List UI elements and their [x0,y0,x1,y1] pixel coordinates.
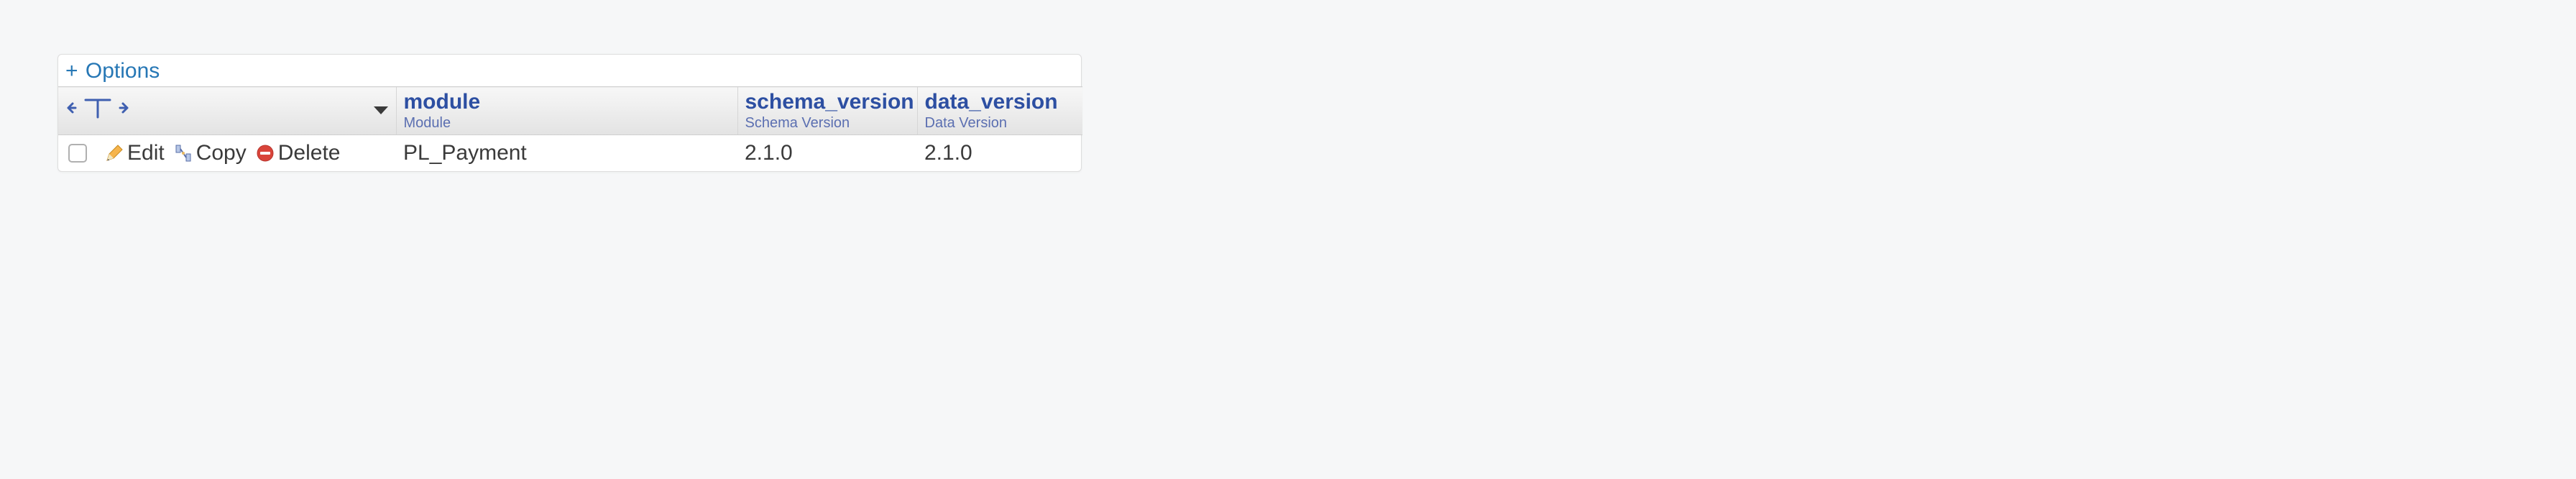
sort-caret-down-icon[interactable] [373,106,389,116]
header-data-title: data_version [925,90,1076,114]
table-row: Edit Copy [58,135,1082,172]
header-action-column[interactable] [58,87,396,135]
header-schema-sub: Schema Version [745,115,910,131]
header-data-sub: Data Version [925,115,1076,131]
options-toggle[interactable]: + Options [58,55,1081,86]
cell-data-version: 2.1.0 [917,135,1082,172]
copy-label: Copy [196,141,247,165]
edit-button[interactable]: Edit [104,141,165,165]
copy-button[interactable]: Copy [173,141,247,165]
header-data-version[interactable]: data_version Data Version [917,87,1082,135]
header-schema-version[interactable]: schema_version Schema Version [737,87,917,135]
delete-icon [255,143,275,163]
plus-icon: + [65,59,78,83]
edit-label: Edit [127,141,165,165]
column-resize-icon[interactable] [65,96,130,126]
header-module-sub: Module [404,115,730,131]
cell-schema-version: 2.1.0 [737,135,917,172]
options-label: Options [86,59,160,83]
pencil-icon [104,143,124,163]
results-panel: + Options [58,54,1082,172]
table-header-row: module Module schema_version Schema Vers… [58,87,1082,135]
data-table: module Module schema_version Schema Vers… [58,86,1082,171]
copy-icon [173,143,193,163]
row-checkbox[interactable] [68,144,87,163]
delete-label: Delete [278,141,341,165]
header-module-title: module [404,90,730,114]
header-schema-title: schema_version [745,90,910,114]
delete-button[interactable]: Delete [255,141,341,165]
cell-module: PL_Payment [396,135,737,172]
row-actions: Edit Copy [65,141,389,165]
header-module[interactable]: module Module [396,87,737,135]
